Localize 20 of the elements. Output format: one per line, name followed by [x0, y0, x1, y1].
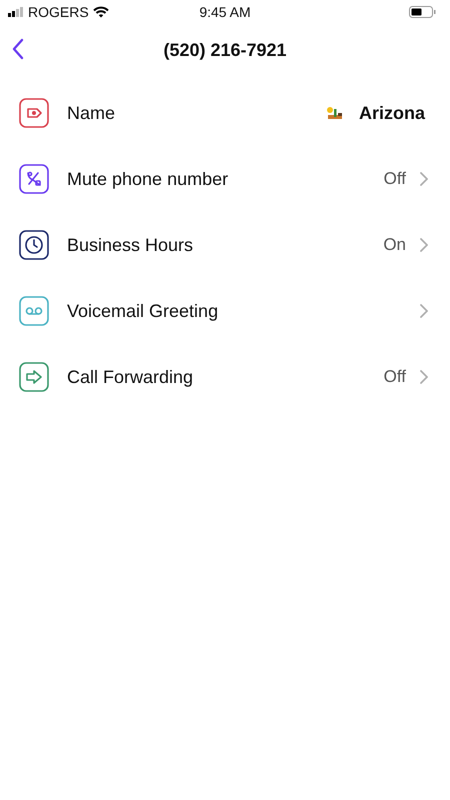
- wifi-icon: [92, 6, 109, 18]
- row-value: Off: [384, 367, 406, 387]
- row-value: Off: [384, 169, 406, 189]
- page-title: (520) 216-7921: [163, 40, 287, 60]
- battery-icon: [409, 6, 436, 18]
- row-label: Call Forwarding: [67, 366, 194, 388]
- carrier-name: ROGERS: [28, 4, 89, 20]
- settings-row[interactable]: Business Hours On: [0, 212, 450, 278]
- settings-row[interactable]: Mute phone number Off: [0, 146, 450, 212]
- row-value: Arizona: [358, 102, 425, 124]
- settings-row[interactable]: Voicemail Greeting: [0, 278, 450, 344]
- signal-icon: [8, 7, 24, 17]
- settings-row[interactable]: Call Forwarding Off: [0, 344, 450, 410]
- row-value: On: [383, 235, 406, 255]
- row-label: Voicemail Greeting: [67, 300, 220, 322]
- row-label: Business Hours: [67, 234, 194, 256]
- settings-row[interactable]: Name Arizona: [0, 80, 450, 146]
- row-label: Name: [67, 102, 116, 124]
- status-time: 9:45 AM: [198, 4, 252, 20]
- row-label: Mute phone number: [67, 168, 230, 190]
